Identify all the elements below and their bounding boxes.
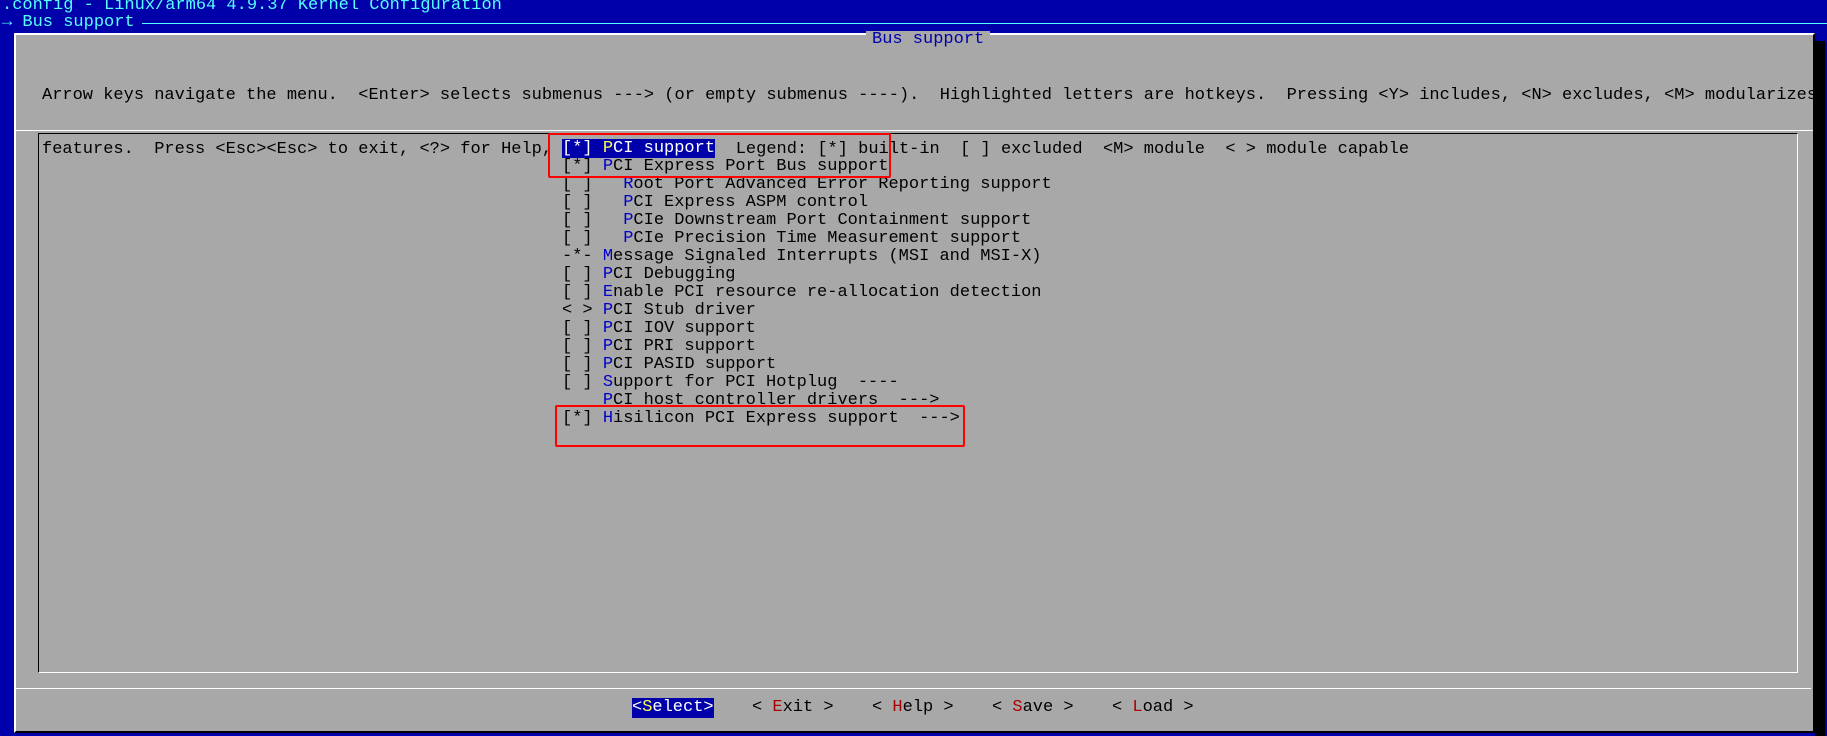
menu-item-hotkey: P	[623, 229, 634, 248]
menu-item-hotkey: S	[602, 373, 614, 392]
button-separator	[14, 688, 1811, 689]
menu-item-indent	[593, 211, 624, 230]
menu-item-label: CI IOV support	[613, 319, 756, 338]
menu-item-hotkey: P	[623, 193, 634, 212]
menu-item-hotkey: P	[602, 319, 614, 338]
menu-item-hotkey: P	[602, 301, 614, 320]
help-button-label: elp >	[902, 698, 954, 717]
save-button-label: ave >	[1022, 698, 1074, 717]
load-button-label: oad >	[1142, 698, 1194, 717]
menu-list: [*] PCI support [*] PCI Express Port Bus …	[562, 139, 1052, 428]
button-bar: <Select> < Exit > < Help > < Save > < Lo…	[0, 698, 1827, 718]
menu-item[interactable]: [ ] Support for PCI Hotplug ----	[562, 374, 1052, 392]
menu-item[interactable]: [ ] PCIe Precision Time Measurement supp…	[562, 230, 1052, 248]
menu-item-indent	[593, 247, 603, 266]
menu-item[interactable]: [ ] PCI PRI support	[562, 338, 1052, 356]
breadcrumb-rule	[142, 23, 1827, 24]
exit-button[interactable]: < Exit >	[752, 698, 834, 718]
menu-item-label: CI Debugging	[613, 265, 736, 284]
menu-item[interactable]: [ ] Enable PCI resource re-allocation de…	[562, 284, 1052, 302]
breadcrumb-label: → Bus support	[2, 13, 135, 32]
menu-item[interactable]: [ ] PCI PASID support	[562, 356, 1052, 374]
select-button-hotkey: S	[642, 698, 653, 717]
menu-item-indent	[593, 265, 603, 284]
menu-item-state: [ ]	[562, 229, 593, 248]
menu-item-hotkey: P	[623, 211, 634, 230]
help-button-hotkey: H	[892, 698, 903, 717]
menu-item[interactable]: [ ] PCIe Downstream Port Containment sup…	[562, 212, 1052, 230]
select-button-open: <	[632, 698, 643, 717]
menu-item-hotkey: P	[602, 337, 614, 356]
menubox-top-rule	[16, 130, 1813, 131]
select-button[interactable]: <Select>	[632, 698, 714, 718]
menu-item-state: -*-	[562, 247, 593, 266]
menu-item-state: [ ]	[562, 355, 593, 374]
menu-item-label: CIe Downstream Port Containment support	[633, 211, 1032, 230]
menu-item-state: [ ]	[562, 283, 593, 302]
menu-item-state: [ ]	[562, 337, 593, 356]
load-button-open: <	[1112, 698, 1133, 717]
menu-item-label: CI PASID support	[613, 355, 777, 374]
menu-item-hotkey: P	[602, 265, 614, 284]
help-line-1: Arrow keys navigate the menu. <Enter> se…	[42, 86, 1818, 105]
select-button-label: elect>	[652, 698, 714, 717]
help-button[interactable]: < Help >	[872, 698, 954, 718]
help-button-open: <	[872, 698, 893, 717]
annotation-box-pci-support	[548, 133, 891, 178]
menu-item-suffix: ----	[837, 373, 899, 392]
menu-item[interactable]: [ ] PCI Express ASPM control	[562, 194, 1052, 212]
menu-item-label: CI PRI support	[613, 337, 756, 356]
menu-item-state: [ ]	[562, 211, 593, 230]
save-button-hotkey: S	[1012, 698, 1023, 717]
menu-item-indent	[593, 319, 603, 338]
menu-item-label: CI Express ASPM control	[633, 193, 869, 212]
menu-item-label: CIe Precision Time Measurement support	[633, 229, 1022, 248]
menu-item-state: [ ]	[562, 193, 593, 212]
exit-button-label: xit >	[782, 698, 834, 717]
menu-item-label: upport for PCI Hotplug	[613, 373, 838, 392]
exit-button-open: <	[752, 698, 773, 717]
menu-item-state: [ ]	[562, 319, 593, 338]
load-button[interactable]: < Load >	[1112, 698, 1194, 718]
menu-item-hotkey: P	[602, 355, 614, 374]
menu-item-hotkey: M	[602, 247, 614, 266]
menu-item-indent	[593, 301, 603, 320]
annotation-box-hisilicon	[555, 405, 965, 447]
menu-item-indent	[593, 193, 624, 212]
menu-item-label: CI Stub driver	[613, 301, 756, 320]
menu-item[interactable]: < > PCI Stub driver	[562, 302, 1052, 320]
menu-item-indent	[593, 283, 603, 302]
menu-item-state: < >	[562, 301, 593, 320]
save-button-open: <	[992, 698, 1013, 717]
menu-item-state: [ ]	[562, 373, 593, 392]
menu-item-indent	[593, 229, 624, 248]
menu-item-indent	[593, 337, 603, 356]
save-button[interactable]: < Save >	[992, 698, 1074, 718]
dialog-title: Bus support	[866, 31, 991, 49]
menu-item-hotkey: E	[602, 283, 614, 302]
menu-item[interactable]: [ ] Root Port Advanced Error Reporting s…	[562, 176, 1052, 194]
load-button-hotkey: L	[1132, 698, 1143, 717]
menu-item-indent	[593, 373, 603, 392]
menu-item[interactable]: [ ] PCI Debugging	[562, 266, 1052, 284]
exit-button-hotkey: E	[772, 698, 783, 717]
menu-item[interactable]: -*- Message Signaled Interrupts (MSI and…	[562, 248, 1052, 266]
menu-item-state: [ ]	[562, 265, 593, 284]
menu-item[interactable]: [ ] PCI IOV support	[562, 320, 1052, 338]
menu-item-indent	[593, 355, 603, 374]
menu-item-label: essage Signaled Interrupts (MSI and MSI-…	[613, 247, 1042, 266]
menu-item-label: nable PCI resource re-allocation detecti…	[613, 283, 1042, 302]
